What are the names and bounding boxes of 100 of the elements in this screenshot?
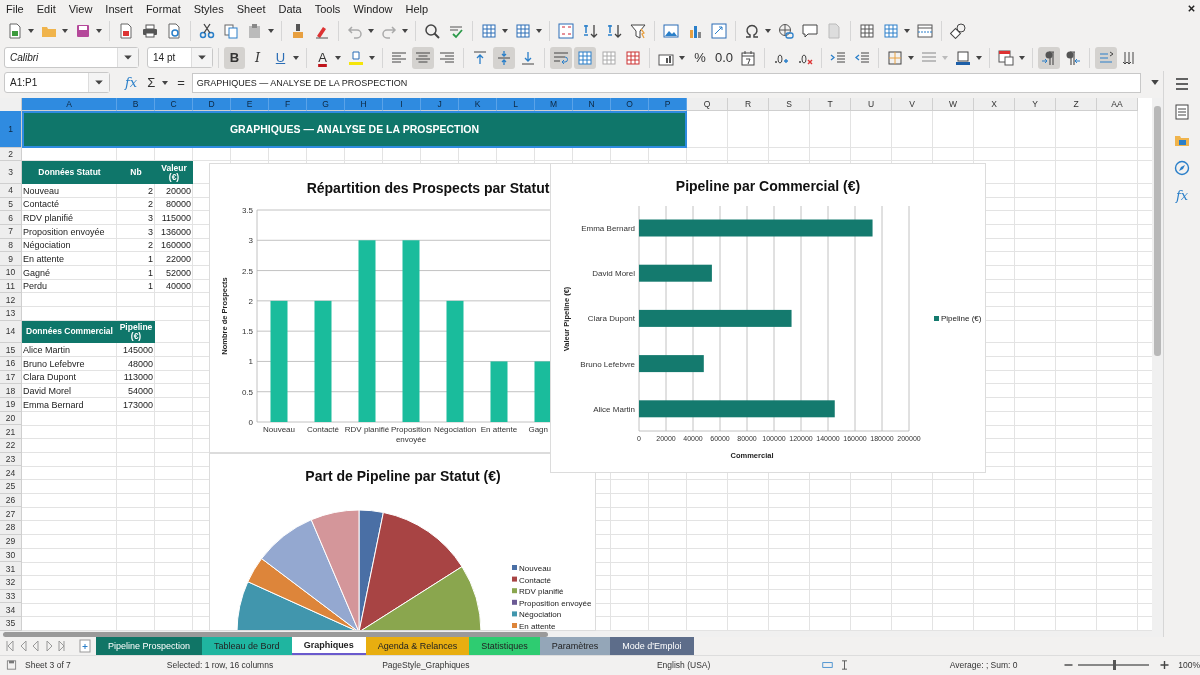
font-color-button[interactable]: A bbox=[312, 46, 333, 69]
caret-icon[interactable] bbox=[28, 28, 34, 33]
menu-item[interactable]: Styles bbox=[193, 2, 224, 15]
column-header[interactable]: L bbox=[497, 97, 535, 111]
column-header[interactable]: V bbox=[892, 97, 933, 111]
menu-item[interactable]: Help bbox=[405, 2, 429, 15]
row-header[interactable]: 9 bbox=[0, 252, 22, 266]
add-sheet-icon[interactable] bbox=[79, 639, 91, 653]
sheet-tab[interactable]: Paramètres bbox=[539, 637, 611, 655]
row-header[interactable]: 24 bbox=[0, 466, 22, 481]
sheet-tab[interactable]: Tableau de Bord bbox=[202, 637, 292, 655]
menu-item[interactable]: Window bbox=[353, 2, 393, 15]
row-header[interactable]: 22 bbox=[0, 439, 22, 453]
menu-item[interactable]: Format bbox=[145, 2, 181, 15]
column-header[interactable]: T bbox=[810, 97, 851, 111]
caret-icon[interactable] bbox=[908, 55, 914, 60]
menu-item[interactable]: Tools bbox=[314, 2, 341, 15]
column-header[interactable]: D bbox=[193, 97, 231, 111]
caret-icon[interactable] bbox=[369, 55, 375, 60]
sum-button[interactable]: Σ bbox=[144, 75, 159, 91]
column-header[interactable]: N bbox=[573, 97, 611, 111]
caret-icon[interactable] bbox=[1019, 55, 1025, 60]
sheet-tab[interactable]: Agenda & Relances bbox=[365, 637, 470, 655]
caret-icon[interactable] bbox=[268, 28, 274, 33]
percent-button[interactable]: % bbox=[689, 46, 711, 69]
font-size-field[interactable]: 14 pt bbox=[147, 47, 213, 68]
row-header[interactable]: 31 bbox=[0, 562, 22, 576]
caret-icon[interactable] bbox=[335, 55, 341, 60]
function-wizard-button[interactable]: fx bbox=[122, 75, 141, 91]
caret-icon[interactable] bbox=[402, 28, 408, 33]
row-header[interactable]: 14 bbox=[0, 320, 22, 344]
sheet-tab[interactable]: Pipeline Prospection bbox=[96, 637, 203, 655]
name-box[interactable]: A1:P1 bbox=[4, 72, 110, 94]
functions-button[interactable]: fx bbox=[1175, 188, 1189, 203]
menu-item[interactable]: Data bbox=[278, 2, 302, 15]
column-header[interactable]: R bbox=[728, 97, 769, 111]
row-header[interactable]: 12 bbox=[0, 293, 22, 307]
row-header[interactable]: 6 bbox=[0, 211, 22, 225]
caret-icon[interactable] bbox=[162, 80, 169, 85]
row-header[interactable]: 21 bbox=[0, 425, 22, 439]
column-header[interactable]: K bbox=[459, 97, 497, 111]
zoom-in-icon[interactable] bbox=[1159, 659, 1171, 670]
caret-icon[interactable] bbox=[191, 48, 212, 67]
align-middle-button[interactable] bbox=[493, 46, 515, 69]
column-header[interactable]: O bbox=[611, 97, 649, 111]
formula-input[interactable]: GRAPHIQUES — ANALYSE DE LA PROSPECTION bbox=[191, 72, 1141, 93]
caret-icon[interactable] bbox=[96, 28, 102, 33]
row-header[interactable]: 3 bbox=[0, 161, 22, 184]
merge-center-button[interactable] bbox=[574, 46, 596, 69]
column-header[interactable]: Q bbox=[687, 97, 728, 111]
menu-item[interactable]: View bbox=[68, 2, 93, 15]
row-header[interactable]: 15 bbox=[0, 343, 22, 357]
formula-button[interactable]: = bbox=[174, 75, 188, 91]
properties-icon[interactable] bbox=[1174, 104, 1190, 120]
number-button[interactable]: 0.0 bbox=[713, 46, 735, 69]
caret-icon[interactable] bbox=[368, 28, 374, 33]
column-header[interactable]: H bbox=[345, 97, 383, 111]
menu-icon[interactable] bbox=[1174, 76, 1190, 92]
row-header[interactable]: 34 bbox=[0, 603, 22, 617]
column-header[interactable]: A bbox=[22, 97, 117, 111]
column-header[interactable]: S bbox=[769, 97, 810, 111]
sheet-tab[interactable]: Statistiques bbox=[469, 637, 540, 655]
menu-item[interactable]: Edit bbox=[36, 2, 56, 15]
bold-button[interactable]: B bbox=[224, 46, 245, 69]
column-header[interactable]: AA bbox=[1097, 97, 1138, 111]
sheet-tab[interactable]: Graphiques bbox=[291, 637, 366, 655]
caret-icon[interactable] bbox=[765, 28, 771, 33]
expand-icon[interactable] bbox=[1151, 80, 1159, 86]
column-header[interactable]: Y bbox=[1015, 97, 1056, 111]
wrap-text-button[interactable] bbox=[550, 46, 572, 69]
italic-button[interactable]: I bbox=[247, 46, 268, 69]
caret-icon[interactable] bbox=[536, 28, 542, 33]
caret-icon[interactable] bbox=[293, 55, 299, 60]
column-header[interactable]: B bbox=[117, 97, 155, 111]
row-header[interactable]: 13 bbox=[0, 307, 22, 321]
underline-button[interactable]: U bbox=[270, 46, 291, 69]
row-header[interactable]: 27 bbox=[0, 507, 22, 522]
sheet-navigation-icon[interactable] bbox=[5, 639, 65, 653]
column-header[interactable]: I bbox=[383, 97, 421, 111]
column-header[interactable]: Z bbox=[1056, 97, 1097, 111]
horizontal-text-button[interactable] bbox=[1095, 46, 1117, 69]
column-header[interactable]: F bbox=[269, 97, 307, 111]
left-to-right-button[interactable] bbox=[1038, 46, 1060, 69]
menu-item[interactable]: Insert bbox=[105, 2, 133, 15]
caret-icon[interactable] bbox=[976, 55, 982, 60]
column-header[interactable]: M bbox=[535, 97, 573, 111]
row-header[interactable]: 1 bbox=[0, 110, 22, 148]
caret-icon[interactable] bbox=[502, 28, 508, 33]
sheet-tab[interactable]: Mode d'Emploi bbox=[610, 637, 694, 655]
column-header[interactable]: P bbox=[649, 97, 687, 111]
caret-icon[interactable] bbox=[88, 73, 109, 93]
row-header[interactable]: 18 bbox=[0, 384, 22, 398]
column-header[interactable]: X bbox=[974, 97, 1015, 111]
caret-icon[interactable] bbox=[62, 28, 68, 33]
caret-icon[interactable] bbox=[904, 28, 910, 33]
caret-icon[interactable] bbox=[117, 48, 138, 67]
column-header[interactable]: E bbox=[231, 97, 269, 111]
font-name-field[interactable]: Calibri bbox=[4, 47, 139, 68]
column-header[interactable]: J bbox=[421, 97, 459, 111]
row-header[interactable]: 28 bbox=[0, 521, 22, 535]
